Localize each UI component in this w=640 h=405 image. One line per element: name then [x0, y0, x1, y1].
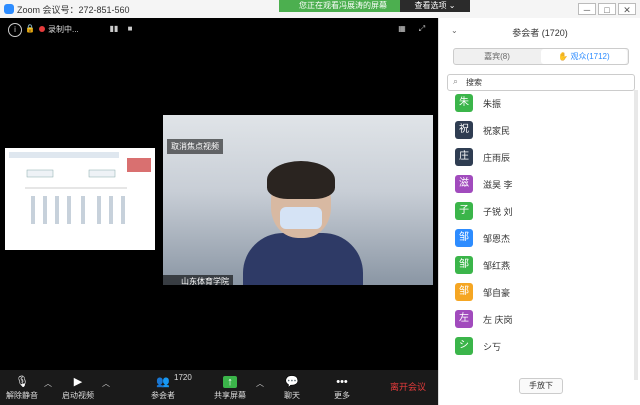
speaker-hair [267, 161, 335, 199]
participants-count: 1720 [174, 373, 192, 382]
start-video-label: 启动视频 [62, 391, 94, 400]
participant-name: 庄雨辰 [483, 153, 511, 163]
list-item[interactable]: 邹 邹自豪 [455, 281, 625, 303]
avatar: 子 [455, 202, 473, 220]
participant-name: 左 庆岗 [483, 315, 513, 325]
avatar: 滋 [455, 175, 473, 193]
minimize-button[interactable]: ─ [578, 3, 596, 15]
speaker-video[interactable]: 取消焦点视频 山东体育学院 [163, 115, 433, 285]
speaker-body [243, 233, 363, 285]
avatar: 邹 [455, 229, 473, 247]
meeting-toolbar: 🎙 解除静音 ︿ ▶ 启动视频 ︿ 👥 参会者 1720 ↑ 共享屏幕 ︿ 💬 … [0, 370, 438, 405]
chat-icon: 💬 [285, 376, 299, 388]
panel-title: 参会者 (1720) [512, 28, 568, 38]
list-item[interactable]: 滋 滋昊 李 [455, 173, 625, 195]
participant-tabs: 嘉宾(8) ✋ 观众(1712) [453, 48, 629, 65]
chat-button[interactable]: 💬 聊天 [280, 370, 304, 405]
shared-screen[interactable] [5, 148, 155, 250]
chat-label: 聊天 [284, 391, 300, 400]
list-item[interactable]: 左 左 庆岗 [455, 308, 625, 330]
list-item[interactable]: 邹 邹红燕 [455, 254, 625, 276]
participants-panel: ⌄ 参会者 (1720) 嘉宾(8) ✋ 观众(1712) ⌕ 搜索 朱 朱振 … [438, 18, 640, 405]
more-button[interactable]: ••• 更多 [330, 370, 354, 405]
avatar: 邹 [455, 283, 473, 301]
unmute-label: 解除静音 [6, 391, 38, 400]
info-icon[interactable]: i [8, 23, 22, 37]
avatar: 庄 [455, 148, 473, 166]
list-item[interactable]: 子 子锐 刘 [455, 200, 625, 222]
avatar: シ [455, 337, 473, 355]
raise-hand-icon: ✋ [558, 52, 569, 61]
participant-name: 邹红燕 [483, 261, 511, 271]
participant-name: 朱振 [483, 99, 502, 109]
share-screen-label: 共享屏幕 [214, 391, 246, 400]
search-icon: ⌕ [453, 76, 459, 86]
participants-icon: 👥 [156, 376, 170, 388]
microphone-muted-icon: 🎙 [15, 376, 29, 388]
share-options-chevron-icon[interactable]: ︿ [256, 378, 264, 389]
list-item[interactable]: 祝 祝家民 [455, 119, 625, 141]
recording-status: 录制中... [48, 25, 79, 34]
avatar: 祝 [455, 121, 473, 139]
cancel-spotlight-button[interactable]: 取消焦点视频 [167, 139, 223, 154]
participant-name: 滋昊 李 [483, 180, 513, 190]
participant-list-scrollbar[interactable] [634, 90, 638, 380]
slide-diagram [25, 158, 151, 224]
avatar: 邹 [455, 256, 473, 274]
participant-name: 邹自豪 [483, 288, 511, 298]
video-off-icon: ▶ [73, 376, 83, 388]
participants-label: 参会者 [151, 391, 175, 400]
video-options-chevron-icon[interactable]: ︿ [102, 378, 110, 389]
zoom-logo-icon [4, 4, 14, 14]
pause-recording-icon[interactable]: ▮▮ [108, 23, 120, 35]
participant-name: 子锐 刘 [483, 207, 513, 217]
maximize-button[interactable]: □ [598, 3, 616, 15]
close-button[interactable]: ✕ [618, 3, 636, 15]
tab-panelists[interactable]: 嘉宾(8) [454, 49, 540, 64]
fullscreen-icon[interactable]: ⤢ [416, 23, 428, 35]
participant-name: 祝家民 [483, 126, 511, 136]
list-item[interactable]: シ シ丂 [455, 335, 625, 357]
leave-meeting-button[interactable]: 离开会议 [390, 380, 426, 393]
participant-name: 邹恩杰 [483, 234, 511, 244]
avatar: 左 [455, 310, 473, 328]
unmute-button[interactable]: 🎙 解除静音 [4, 370, 40, 405]
search-placeholder: 搜索 [466, 78, 482, 87]
avatar: 朱 [455, 94, 473, 112]
grid-view-icon[interactable]: ▦ [396, 23, 408, 35]
participant-name: シ丂 [483, 342, 502, 352]
share-screen-button[interactable]: ↑ 共享屏幕 [210, 370, 250, 405]
window-title: Zoom 会议号：272-851-560 [17, 5, 130, 15]
speaker-mask [280, 207, 322, 229]
title-bar: Zoom 会议号：272-851-560 您正在观看冯展涛的屏幕 查看选项 ⌄ … [0, 0, 640, 19]
more-icon: ••• [336, 376, 348, 388]
participant-list: 朱 朱振 祝 祝家民 庄 庄雨辰 滋 滋昊 李 子 子锐 刘 邹 邹恩杰 邹 邹… [439, 92, 640, 372]
lower-hand-button[interactable]: 手放下 [519, 378, 563, 394]
share-screen-icon: ↑ [223, 376, 237, 388]
record-dot-icon [39, 26, 45, 32]
speaker-name: 山东体育学院 [163, 275, 233, 285]
list-item[interactable]: 朱 朱振 [455, 92, 625, 114]
search-input[interactable]: ⌕ 搜索 [447, 74, 635, 91]
lock-icon[interactable]: 🔒 [24, 23, 36, 35]
start-video-button[interactable]: ▶ 启动视频 [58, 370, 98, 405]
list-item[interactable]: 庄 庄雨辰 [455, 146, 625, 168]
more-label: 更多 [334, 391, 350, 400]
audio-options-chevron-icon[interactable]: ︿ [44, 378, 52, 389]
tab-attendees[interactable]: ✋ 观众(1712) [541, 49, 627, 64]
list-item[interactable]: 邹 邹恩杰 [455, 227, 625, 249]
stop-recording-icon[interactable]: ■ [124, 23, 136, 35]
tab-attendees-label: 观众(1712) [570, 52, 610, 61]
view-options-button[interactable]: 查看选项 ⌄ [400, 0, 470, 12]
